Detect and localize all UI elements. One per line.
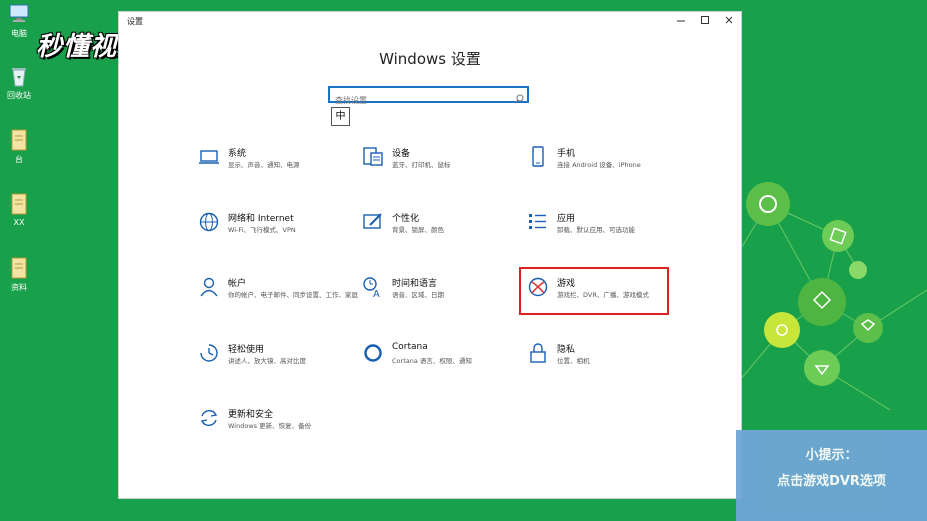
settings-item-phone[interactable]: 手机 连接 Android 设备、iPhone (527, 146, 682, 178)
settings-item-name: 游戏 (557, 279, 576, 289)
title-bar[interactable]: 设置 (119, 12, 741, 32)
settings-item-desc: 连接 Android 设备、iPhone (557, 161, 641, 169)
search-icon[interactable] (514, 89, 524, 108)
settings-window: 设置 Windows 设置 中 系统 显示、声音、通知、电源 设备 蓝牙、打印机… (119, 12, 741, 498)
tip-overlay: 小提示： 点击游戏DVR选项 (736, 430, 927, 521)
settings-item-name: 更新和安全 (228, 410, 274, 420)
ime-indicator[interactable]: 中 (331, 107, 350, 126)
settings-item-name: 应用 (557, 214, 576, 224)
search-input[interactable] (330, 94, 505, 107)
settings-item-system[interactable]: 系统 显示、声音、通知、电源 (198, 146, 353, 178)
settings-item-name: 设备 (392, 149, 411, 159)
cortana-icon (362, 342, 384, 364)
maximize-icon (701, 16, 709, 24)
settings-item-name: 时间和语言 (392, 279, 438, 289)
settings-item-desc: Wi-Fi、飞行模式、VPN (228, 226, 296, 234)
phone-icon (527, 146, 549, 168)
settings-item-cortana[interactable]: Cortana Cortana 语言、权限、通知 (362, 342, 517, 374)
minimize-icon (677, 20, 685, 22)
file-icon (8, 192, 30, 216)
recycle-bin-icon (8, 64, 30, 88)
desktop-icon-folder-ziliao[interactable]: 资料 (2, 256, 36, 293)
window-title: 设置 (127, 17, 143, 26)
settings-item-devices[interactable]: 设备 蓝牙、打印机、鼠标 (362, 146, 517, 178)
lock-icon (527, 342, 549, 364)
settings-item-ease-of-access[interactable]: 轻松使用 讲述人、放大镜、高对比度 (198, 342, 353, 374)
settings-item-name: 网络和 Internet (228, 214, 294, 224)
settings-item-desc: 卸载、默认应用、可选功能 (557, 226, 635, 234)
decorative-network-graphic (740, 182, 927, 411)
paint-icon (362, 211, 384, 233)
settings-item-desc: 游戏栏、DVR、广播、游戏模式 (557, 291, 649, 299)
settings-item-name: 轻松使用 (228, 345, 265, 355)
xbox-icon (527, 276, 549, 298)
desktop-icon-label: 台 (15, 155, 23, 164)
desktop-icon-label: XX (13, 218, 25, 227)
settings-item-desc: 蓝牙、打印机、鼠标 (392, 161, 451, 169)
search-box[interactable] (328, 86, 529, 107)
settings-item-name: 系统 (228, 149, 247, 159)
settings-item-network[interactable]: 网络和 Internet Wi-Fi、飞行模式、VPN (198, 211, 353, 243)
settings-item-apps[interactable]: 应用 卸载、默认应用、可选功能 (527, 211, 682, 243)
settings-item-desc: 你的帐户、电子邮件、同步设置、工作、家庭 (228, 291, 358, 299)
desktop-icon-label: 电脑 (11, 29, 27, 38)
settings-item-privacy[interactable]: 隐私 位置、相机 (527, 342, 682, 374)
update-icon (198, 407, 220, 429)
time-language-icon: A (362, 276, 384, 300)
svg-text:A: A (373, 289, 380, 298)
settings-item-desc: Windows 更新、恢复、备份 (228, 422, 312, 430)
settings-item-desc: 讲述人、放大镜、高对比度 (228, 357, 306, 365)
tip-title: 小提示： (805, 448, 858, 463)
settings-item-name: 个性化 (392, 214, 420, 224)
desktop-icon-label: 回收站 (7, 91, 31, 100)
settings-item-name: 手机 (557, 149, 576, 159)
desktop-icon-folder-1[interactable]: 台 (2, 128, 36, 165)
laptop-icon (198, 146, 220, 168)
page-title: Windows 设置 (379, 50, 481, 68)
settings-item-name: 帐户 (228, 279, 247, 289)
settings-item-gaming[interactable]: 游戏 游戏栏、DVR、广播、游戏模式 (527, 276, 682, 308)
ease-of-access-icon (198, 342, 220, 364)
close-button[interactable] (719, 15, 739, 28)
computer-icon (8, 2, 30, 26)
desktop-icon-computer[interactable]: 电脑 (2, 2, 36, 39)
settings-item-name: 隐私 (557, 345, 576, 355)
settings-item-desc: 位置、相机 (557, 357, 590, 365)
minimize-button[interactable] (671, 15, 691, 28)
settings-item-desc: 语音、区域、日期 (392, 291, 444, 299)
person-icon (198, 276, 220, 298)
tip-body: 点击游戏DVR选项 (777, 474, 886, 489)
desktop-icon-label: 资料 (11, 283, 27, 292)
close-icon (725, 16, 733, 24)
desktop-icon-recycle-bin[interactable]: 回收站 (2, 64, 36, 101)
settings-item-time-language[interactable]: A 时间和语言 语音、区域、日期 (362, 276, 517, 308)
desktop-icon-folder-xx[interactable]: XX (2, 192, 36, 227)
file-icon (8, 256, 30, 280)
apps-list-icon (527, 211, 549, 233)
maximize-button[interactable] (695, 15, 715, 28)
settings-item-personalization[interactable]: 个性化 背景、锁屏、颜色 (362, 211, 517, 243)
settings-item-update-security[interactable]: 更新和安全 Windows 更新、恢复、备份 (198, 407, 353, 439)
settings-item-name: Cortana (392, 342, 428, 352)
keyboard-icon (362, 146, 384, 168)
settings-item-accounts[interactable]: 帐户 你的帐户、电子邮件、同步设置、工作、家庭 (198, 276, 358, 308)
file-icon (8, 128, 30, 152)
settings-item-desc: 背景、锁屏、颜色 (392, 226, 444, 234)
globe-icon (198, 211, 220, 233)
settings-item-desc: Cortana 语言、权限、通知 (392, 357, 472, 365)
settings-item-desc: 显示、声音、通知、电源 (228, 161, 300, 169)
